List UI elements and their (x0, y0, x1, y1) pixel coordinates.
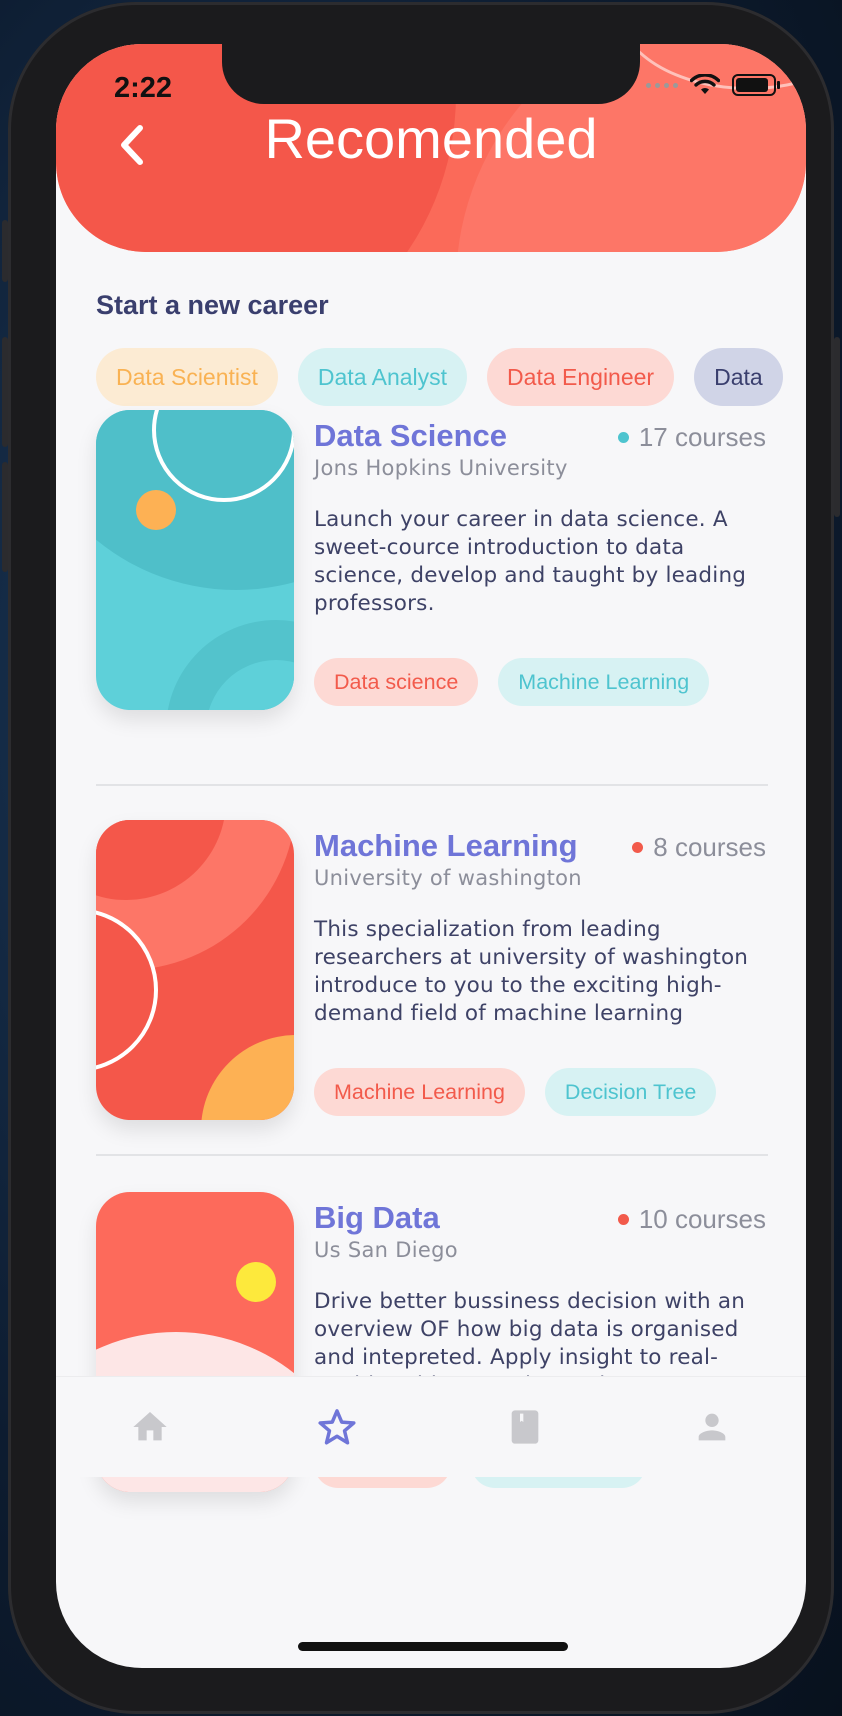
tag[interactable]: Machine Learning (498, 658, 710, 706)
notch (222, 44, 640, 104)
volume-up-button (2, 337, 8, 447)
nav-home[interactable] (120, 1397, 180, 1457)
tag[interactable]: Data science (314, 658, 479, 706)
tag[interactable]: Decision Tree (544, 1068, 717, 1116)
course-university: Us San Diego (314, 1238, 458, 1262)
course-thumbnail (96, 410, 294, 710)
course-university: University of washington (314, 866, 582, 890)
book-icon (511, 1410, 539, 1444)
mute-switch (2, 220, 8, 282)
status-dot (617, 432, 629, 443)
phone-frame: 2:22 Recomended Start a new career Data … (2, 2, 840, 1714)
course-count-label: 8 courses (653, 832, 766, 862)
signal-icon (646, 82, 678, 88)
power-button (834, 337, 840, 517)
page-title: Recomended (264, 107, 598, 170)
chip-data-analyst[interactable]: Data Analyst (297, 348, 468, 406)
course-count-label: 17 courses (638, 422, 766, 452)
chip-data-engineer[interactable]: Data Engineer (487, 348, 675, 406)
course-tags: Machine Learning Decision Tree (314, 1068, 717, 1116)
home-indicator[interactable] (298, 1642, 568, 1651)
tag[interactable]: Machine Learning (314, 1068, 525, 1116)
course-count-label: 10 courses (638, 1204, 766, 1234)
chip-data[interactable]: Data (694, 348, 783, 406)
category-chips: Data Scientist Data Analyst Data Enginee… (96, 348, 783, 406)
course-card-machine-learning[interactable]: Machine Learning 8 courses University of… (96, 820, 768, 1120)
course-count: 8 courses (632, 832, 766, 863)
status-time: 2:22 (114, 72, 173, 104)
course-count: 17 courses (617, 422, 766, 453)
course-count: 10 courses (617, 1204, 766, 1235)
divider (96, 1154, 768, 1156)
course-card-data-science[interactable]: Data Science 17 courses Jons Hopkins Uni… (96, 410, 768, 710)
course-description: This specialization from leading researc… (314, 917, 749, 1026)
nav-favorites[interactable] (307, 1397, 367, 1457)
app-screen: 2:22 Recomended Start a new career Data … (56, 44, 806, 1668)
bottom-nav (56, 1376, 806, 1477)
chip-data-scientist[interactable]: Data Scientist (96, 348, 278, 406)
course-university: Jons Hopkins University (314, 456, 568, 480)
volume-down-button (2, 462, 8, 572)
nav-profile[interactable] (682, 1397, 742, 1457)
course-description: Launch your career in data science. A sw… (314, 507, 747, 616)
course-thumbnail (96, 820, 294, 1120)
status-dot (632, 842, 644, 853)
home-icon (133, 1412, 167, 1441)
course-tags: Data science Machine Learning (314, 658, 710, 706)
divider (96, 784, 768, 786)
section-title: Start a new career (96, 290, 329, 320)
status-icons (646, 74, 780, 96)
nav-library[interactable] (495, 1397, 555, 1457)
battery-icon (732, 74, 780, 96)
person-icon (698, 1413, 726, 1441)
star-icon (318, 1409, 356, 1445)
status-dot (617, 1214, 629, 1225)
wifi-icon (690, 74, 720, 94)
